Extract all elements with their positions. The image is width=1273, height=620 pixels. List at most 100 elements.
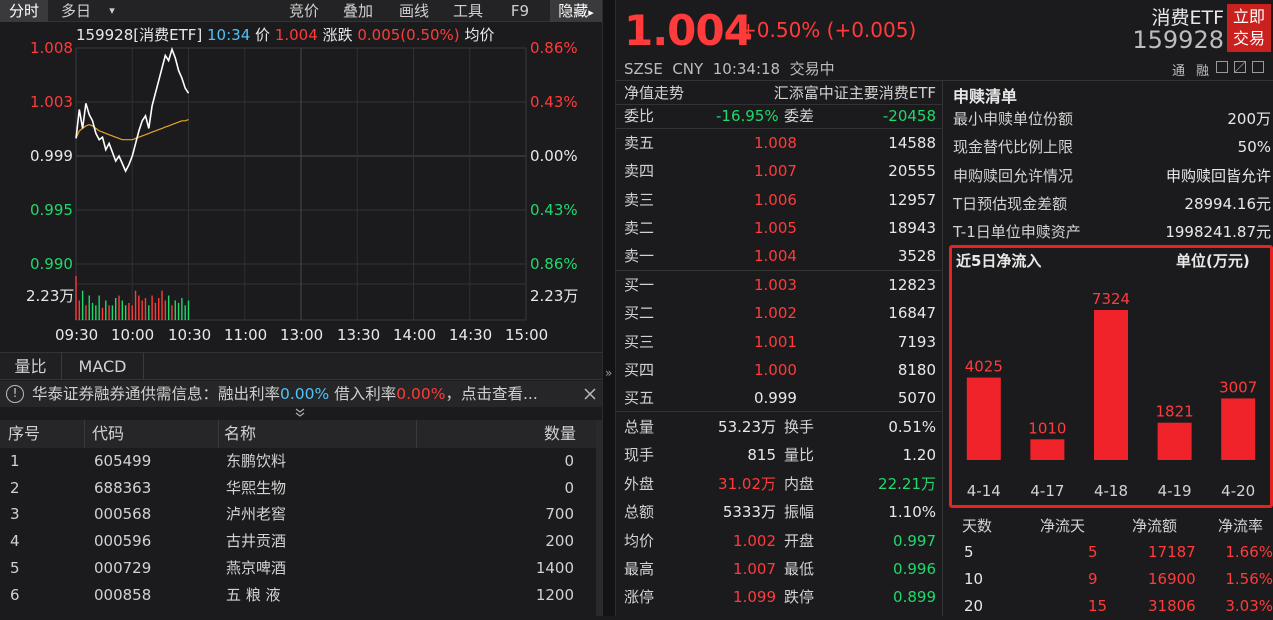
table-row[interactable]: 4 000596 古井贡酒 200: [0, 528, 596, 554]
ask-row[interactable]: 卖五 1.008 14588: [624, 129, 942, 157]
notice-view-link[interactable]: ，点击查看...: [445, 385, 537, 403]
row-index: 4: [10, 532, 20, 551]
row-name: 东鹏饮料: [226, 452, 287, 470]
collapse-arrow-icon[interactable]: »: [605, 366, 612, 380]
row-name: 五 粮 液: [226, 585, 281, 604]
bid-price: 1.003: [754, 276, 797, 294]
holdings-table-header: 序号 代码 名称 数量: [0, 420, 602, 448]
stat-row: 涨停 1.099 跌停 0.899: [624, 583, 942, 611]
bid-price: 1.001: [754, 332, 797, 351]
ask-row[interactable]: 卖四 1.007 20555: [624, 157, 942, 185]
price-change: +0.50% (+0.005): [740, 18, 917, 42]
redemption-value: 28994.16元: [1184, 194, 1271, 213]
inflow-date-label: 4-14: [967, 482, 1001, 500]
stat-label: 涨停: [624, 588, 655, 607]
stat-label: 换手: [784, 418, 815, 436]
redemption-value: 申购赎回皆允许: [1165, 166, 1271, 185]
inflow-value-label: 1821: [1156, 403, 1194, 421]
stat-label: 内盘: [784, 474, 815, 493]
col-header-qty[interactable]: 数量: [544, 420, 576, 448]
netflow-days: 10: [964, 570, 984, 588]
nav-trend-label[interactable]: 净值走势: [624, 81, 684, 105]
stat-label: 量比: [784, 446, 815, 465]
redemption-row: 现金替代比例上限 50%: [943, 133, 1273, 161]
bid-level-label: 买二: [624, 304, 655, 323]
tag-tong: 通: [1172, 64, 1186, 79]
nav-row[interactable]: 净值走势 汇添富中证主要消费ETF: [624, 81, 942, 105]
netflow-table: 天数 净流天 净流额 净流率 5 5 17187 1.66% 10 9 16900 1.56%…: [952, 512, 1273, 616]
bid-volume: 12823: [888, 276, 936, 294]
bid-level-label: 买五: [624, 389, 655, 408]
row-name: 古井贡酒: [226, 532, 287, 551]
redemption-row: T日预估现金差额 28994.16元: [943, 190, 1273, 218]
stat-label: 总量: [624, 418, 655, 436]
x-tick: 11:00: [224, 326, 268, 344]
redemption-label: 最小申赎单位份额: [953, 110, 1074, 128]
fund-code: 159928: [1132, 26, 1224, 54]
market-meta: SZSE CNY 10:34:18 交易中: [624, 60, 835, 78]
inflow-date-label: 4-19: [1158, 482, 1192, 500]
grid-icon[interactable]: [1216, 61, 1228, 73]
table-row[interactable]: 6 000858 五 粮 液 1200: [0, 582, 596, 608]
row-qty: 200: [545, 532, 574, 551]
netflow-col-rate: 净流率: [1218, 517, 1264, 535]
close-icon[interactable]: [584, 388, 596, 400]
row-code: 000568: [94, 505, 152, 524]
netflow-rate: 1.56%: [1225, 570, 1273, 588]
stat-value: 1.002: [733, 531, 776, 550]
redemption-label: T-1日单位申赎资产: [953, 223, 1081, 242]
bid-row[interactable]: 买五 0.999 5070: [624, 384, 942, 412]
netflow-col-days: 天数: [962, 517, 993, 535]
tab-macd[interactable]: MACD: [62, 353, 144, 380]
table-row[interactable]: 1 605499 东鹏饮料 0: [0, 448, 596, 474]
bid-row[interactable]: 买一 1.003 12823: [624, 271, 942, 299]
col-header-index[interactable]: 序号: [8, 420, 40, 448]
trade-btn-line1: 立即: [1232, 7, 1265, 26]
redemption-value: 200万: [1227, 110, 1271, 128]
inflow-bar: [1030, 439, 1065, 460]
alert-icon[interactable]: [1234, 61, 1246, 73]
row-code: 688363: [94, 478, 152, 497]
tag-rong: 融: [1196, 64, 1210, 79]
row-index: 2: [10, 478, 20, 497]
notice-borrow-rate: 0.00%: [396, 385, 446, 403]
stat-label: 外盘: [624, 474, 655, 493]
inflow-value-label: 3007: [1219, 378, 1257, 396]
ask-row[interactable]: 卖三 1.006 12957: [624, 186, 942, 214]
settings-icon[interactable]: [1252, 61, 1264, 73]
ask-volume: 14588: [888, 134, 936, 152]
inflow-bar: [1094, 310, 1128, 460]
bid-row[interactable]: 买四 1.000 8180: [624, 356, 942, 384]
stat-value: 1.099: [733, 588, 776, 607]
bid-level-label: 买三: [624, 332, 655, 351]
weibi-value: -16.95%: [716, 107, 779, 125]
panel-divider[interactable]: »: [602, 0, 616, 616]
table-row[interactable]: 2 688363 华熙生物 0: [0, 475, 596, 501]
row-code: 000729: [94, 558, 152, 577]
inflow-unit: 单位(万元): [1176, 252, 1250, 270]
stat-row: 最高 1.007 最低 0.996: [624, 555, 942, 583]
table-row[interactable]: 5 000729 燕京啤酒 1400: [0, 555, 596, 581]
ask-row[interactable]: 卖一 1.004 3528: [624, 242, 942, 270]
col-header-name[interactable]: 名称: [224, 420, 256, 448]
row-qty: 700: [545, 505, 574, 524]
notice-text[interactable]: 华泰证券融券通供需信息：融出利率0.00% 借入利率0.00%，点击查看...: [32, 381, 538, 407]
expand-down-icon[interactable]: [294, 407, 306, 419]
col-header-code[interactable]: 代码: [92, 420, 124, 448]
trade-now-button[interactable]: 立即 交易: [1227, 4, 1271, 52]
ask-row[interactable]: 卖二 1.005 18943: [624, 214, 942, 242]
bid-row[interactable]: 买二 1.002 16847: [624, 299, 942, 327]
quote-panel: 1.004 +0.50% (+0.005) 消费ETF 159928 立即 交易 …: [616, 0, 1273, 616]
inflow-date-label: 4-20: [1221, 482, 1255, 500]
stat-value: 1.20: [902, 446, 936, 465]
indicator-tabs: 量比 MACD: [0, 352, 602, 380]
ask-price: 1.006: [754, 190, 797, 209]
tab-volume-ratio[interactable]: 量比: [0, 353, 62, 380]
netflow-header: 天数 净流天 净流额 净流率: [952, 512, 1273, 540]
inflow-value-label: 7324: [1092, 290, 1130, 308]
notice-lend-rate: 0.00%: [280, 385, 330, 403]
table-row[interactable]: 3 000568 泸州老窖 700: [0, 501, 596, 527]
bid-row[interactable]: 买三 1.001 7193: [624, 328, 942, 356]
redemption-row: 申购赎回允许情况 申购赎回皆允许: [943, 162, 1273, 190]
bid-level-label: 买一: [624, 276, 655, 294]
